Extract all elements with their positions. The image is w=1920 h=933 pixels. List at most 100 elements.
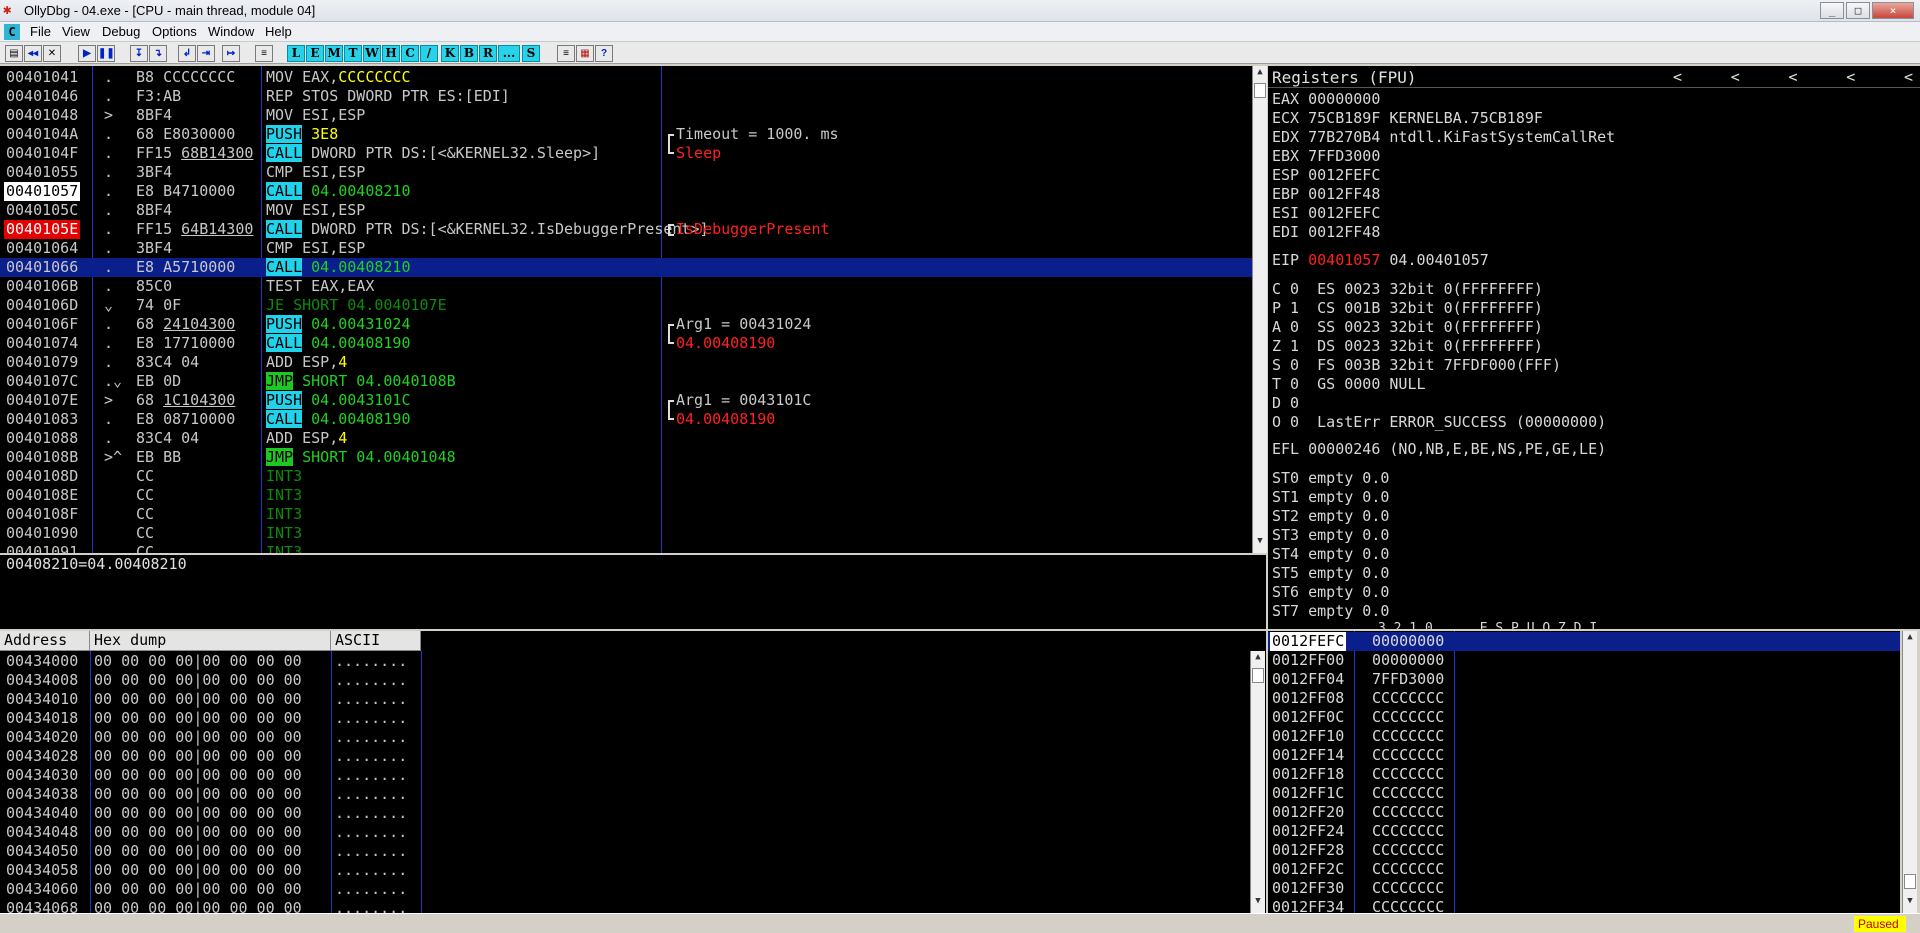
fpu-register[interactable]: ST3 empty 0.0 xyxy=(1272,526,1389,545)
stack-address[interactable]: 0012FF04 xyxy=(1272,670,1344,689)
fpu-register[interactable]: ST5 empty 0.0 xyxy=(1272,564,1389,583)
disasm-row[interactable]: 00401041. B8 CCCCCCCC MOV EAX,CCCCCCCC xyxy=(0,68,1252,87)
appearance-icon[interactable]: ▦ xyxy=(576,45,594,62)
stack-address[interactable]: 0012FF2C xyxy=(1272,860,1344,879)
disasm-row[interactable]: 00401091 CC INT3 xyxy=(0,543,1252,553)
instruction-address[interactable]: 00401091 xyxy=(6,543,78,553)
instruction-address[interactable]: 0040107E xyxy=(6,391,78,410)
fpu-register[interactable]: ST2 empty 0.0 xyxy=(1272,507,1389,526)
dump-address[interactable]: 00434058 xyxy=(6,861,78,880)
stack-row[interactable]: 0012FF00 00000000 xyxy=(1268,651,1900,670)
step-over-icon[interactable]: ↴ xyxy=(149,45,167,62)
scrollbar-thumb[interactable] xyxy=(1254,83,1266,98)
open-file-icon[interactable]: ▤ xyxy=(5,45,23,62)
dump-ascii[interactable]: ........ xyxy=(335,671,407,690)
stack-address[interactable]: 0012FF0C xyxy=(1272,708,1344,727)
flag-segment-line[interactable]: S 0 FS 003B 32bit 7FFDF000(FFF) xyxy=(1272,356,1561,375)
stack-address[interactable]: 0012FF14 xyxy=(1272,746,1344,765)
stack-row[interactable]: 0012FF0C CCCCCCCC xyxy=(1268,708,1900,727)
dump-row[interactable]: 00434018 00 00 00 00|00 00 00 00........ xyxy=(0,709,1266,728)
stack-address[interactable]: 0012FF18 xyxy=(1272,765,1344,784)
instruction-address[interactable]: 0040108E xyxy=(6,486,78,505)
register-ebp[interactable]: EBP 0012FF48 xyxy=(1272,185,1389,204)
register-value[interactable]: 0012FEFC xyxy=(1308,166,1380,184)
dump-ascii[interactable]: ........ xyxy=(335,709,407,728)
execute-till-return-icon[interactable]: ↦ xyxy=(222,45,240,62)
dump-ascii[interactable]: ........ xyxy=(335,690,407,709)
disasm-row[interactable]: 00401083. E8 08710000 CALL 04.00408190 04.0… xyxy=(0,410,1252,429)
dump-hex[interactable]: 00 00 00 00|00 00 00 00 xyxy=(94,823,302,842)
flag-segment-line[interactable]: C 0 ES 0023 32bit 0(FFFFFFFF) xyxy=(1272,280,1543,299)
disasm-row[interactable]: 00401079. 83C4 04 ADD ESP,4 xyxy=(0,353,1252,372)
register-value[interactable]: 75CB189F xyxy=(1308,109,1380,127)
dump-row[interactable]: 00434040 00 00 00 00|00 00 00 00........ xyxy=(0,804,1266,823)
arrow-left-icon[interactable]: < xyxy=(1673,68,1682,87)
instruction-address[interactable]: 00401048 xyxy=(6,106,78,125)
fpu-register[interactable]: ST7 empty 0.0 xyxy=(1272,602,1389,621)
disasm-row[interactable]: 0040107E >68 1C104300 PUSH 04.0043101C Arg1… xyxy=(0,391,1252,410)
dump-address[interactable]: 00434028 xyxy=(6,747,78,766)
stack-row[interactable]: 0012FF24 CCCCCCCC xyxy=(1268,822,1900,841)
register-ecx[interactable]: ECX 75CB189F KERNELBA.75CB189F xyxy=(1272,109,1543,128)
menu-window[interactable]: Window xyxy=(208,24,254,39)
windows-window-button[interactable]: W xyxy=(363,45,381,62)
dump-row[interactable]: 00434058 00 00 00 00|00 00 00 00........ xyxy=(0,861,1266,880)
flag-segment-line[interactable]: T 0 GS 0000 NULL xyxy=(1272,375,1426,394)
fpu-register[interactable]: ST0 empty 0.0 xyxy=(1272,469,1389,488)
dump-address[interactable]: 00434038 xyxy=(6,785,78,804)
disasm-row[interactable]: 0040106F. 68 24104300 PUSH 04.00431024 Arg1… xyxy=(0,315,1252,334)
dump-row[interactable]: 00434010 00 00 00 00|00 00 00 00........ xyxy=(0,690,1266,709)
stack-address[interactable]: 0012FF24 xyxy=(1272,822,1344,841)
log-window-button[interactable]: L xyxy=(287,45,305,62)
dump-hex[interactable]: 00 00 00 00|00 00 00 00 xyxy=(94,785,302,804)
disasm-row[interactable]: 0040104F. FF15 68B14300 CALL DWORD PTR DS:… xyxy=(0,144,1252,163)
stack-row[interactable]: 0012FF1C CCCCCCCC xyxy=(1268,784,1900,803)
disasm-row[interactable]: 00401074. E8 17710000 CALL 04.00408190 04.0… xyxy=(0,334,1252,353)
instruction-address[interactable]: 00401083 xyxy=(6,410,78,429)
disasm-row[interactable]: 0040108D CC INT3 xyxy=(0,467,1252,486)
stack-address[interactable]: 0012FEFC xyxy=(1270,632,1347,651)
dump-address[interactable]: 00434068 xyxy=(6,899,78,913)
dump-scrollbar[interactable]: ▲ ▼ xyxy=(1250,651,1265,913)
dump-ascii[interactable]: ........ xyxy=(335,861,407,880)
dump-address[interactable]: 00434018 xyxy=(6,709,78,728)
disasm-row[interactable]: 00401064. 3BF4 CMP ESI,ESP xyxy=(0,239,1252,258)
run-trace-window-button[interactable]: ... xyxy=(498,45,520,62)
menu-view[interactable]: View xyxy=(62,24,90,39)
stack-value[interactable]: 7FFD3000 xyxy=(1372,670,1444,689)
stack-value[interactable]: CCCCCCCC xyxy=(1372,746,1444,765)
pause-icon[interactable]: ❚❚ xyxy=(97,45,115,62)
instruction-address[interactable]: 00401055 xyxy=(6,163,78,182)
register-eax[interactable]: EAX 00000000 xyxy=(1272,90,1389,109)
instruction-address[interactable]: 00401079 xyxy=(6,353,78,372)
disasm-row[interactable]: 0040105E. FF15 64B14300 CALL DWORD PTR DS:… xyxy=(0,220,1252,239)
instruction-address[interactable]: 00401088 xyxy=(6,429,78,448)
instruction-address[interactable]: 00401090 xyxy=(6,524,78,543)
stack-address[interactable]: 0012FF20 xyxy=(1272,803,1344,822)
trace-over-icon[interactable]: ⇥ xyxy=(197,45,215,62)
stack-address[interactable]: 0012FF00 xyxy=(1272,651,1344,670)
flag-segment-line[interactable]: P 1 CS 001B 32bit 0(FFFFFFFF) xyxy=(1272,299,1543,318)
arrow-left-icon[interactable]: < xyxy=(1846,68,1855,87)
disassembly-pane[interactable]: 00401041. B8 CCCCCCCC MOV EAX,CCCCCCCC 0040… xyxy=(0,66,1252,553)
instruction-address[interactable]: 0040104F xyxy=(6,144,78,163)
dump-address[interactable]: 00434040 xyxy=(6,804,78,823)
dump-col-ascii[interactable]: ASCII xyxy=(331,631,421,651)
disasm-row[interactable]: 00401066. E8 A5710000 CALL 04.00408210 xyxy=(0,258,1252,277)
disasm-row[interactable]: 00401048 >8BF4 MOV ESI,ESP xyxy=(0,106,1252,125)
stack-row[interactable]: 0012FF30 CCCCCCCC xyxy=(1268,879,1900,898)
flag-segment-line[interactable]: O 0 LastErr ERROR_SUCCESS (00000000) xyxy=(1272,413,1606,432)
instruction-address[interactable]: 0040106D xyxy=(6,296,78,315)
instruction-address[interactable]: 0040108D xyxy=(6,467,78,486)
register-ebx[interactable]: EBX 7FFD3000 xyxy=(1272,147,1389,166)
stack-value[interactable]: CCCCCCCC xyxy=(1372,822,1444,841)
stack-value[interactable]: CCCCCCCC xyxy=(1372,708,1444,727)
register-edi[interactable]: EDI 0012FF48 xyxy=(1272,223,1389,242)
register-esi[interactable]: ESI 0012FEFC xyxy=(1272,204,1389,223)
dump-row[interactable]: 00434048 00 00 00 00|00 00 00 00........ xyxy=(0,823,1266,842)
scroll-down-arrow-icon[interactable]: ▼ xyxy=(1904,896,1916,910)
stack-address[interactable]: 0012FF30 xyxy=(1272,879,1344,898)
dump-address[interactable]: 00434060 xyxy=(6,880,78,899)
instruction-address[interactable]: 00401041 xyxy=(6,68,78,87)
registers-header[interactable]: Registers (FPU) xyxy=(1272,68,1417,87)
